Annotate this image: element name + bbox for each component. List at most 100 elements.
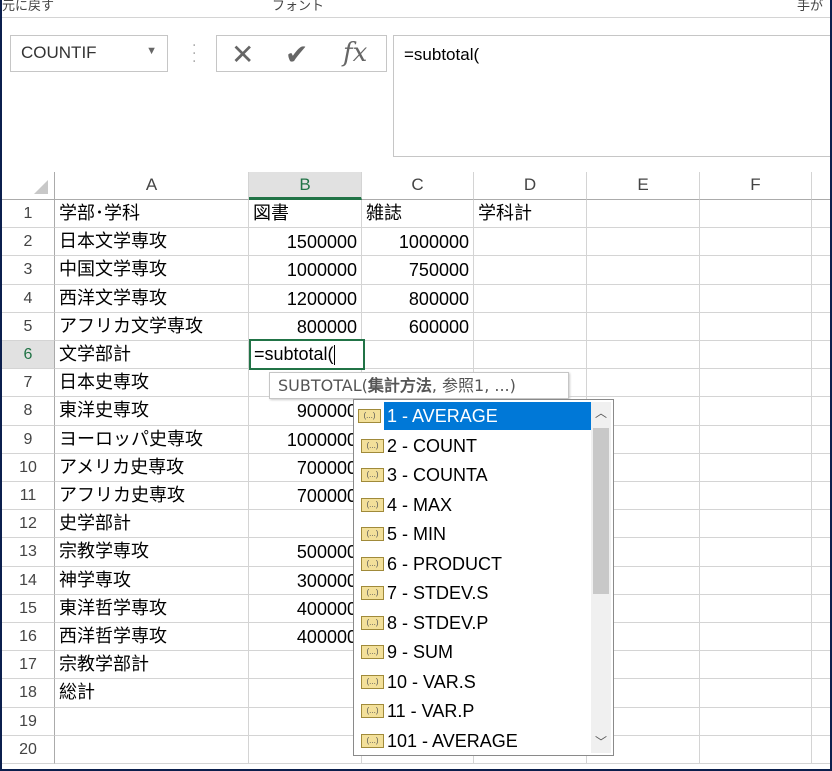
cell-b17[interactable]	[249, 651, 362, 680]
cell-e6[interactable]	[587, 341, 700, 370]
cell-a3[interactable]: 中国文学専攻	[55, 256, 249, 285]
cell-b2[interactable]: 1500000	[249, 228, 362, 257]
cell-f11[interactable]	[700, 482, 812, 511]
autocomplete-item[interactable]: (...) 9 - SUM	[357, 638, 583, 666]
autocomplete-item[interactable]: (...) 11 - VAR.P	[357, 697, 583, 725]
cell-a19[interactable]	[55, 707, 249, 736]
row-header[interactable]: 7	[2, 369, 55, 398]
cell-f3[interactable]	[700, 256, 812, 285]
cell-g6[interactable]	[812, 341, 830, 370]
cell-f18[interactable]	[700, 679, 812, 708]
column-header-c[interactable]: C	[362, 172, 474, 200]
cell-f15[interactable]	[700, 594, 812, 623]
cell-f6[interactable]	[700, 341, 812, 370]
ribbon-group-other[interactable]: 手が	[797, 0, 823, 14]
cell-c6[interactable]	[362, 341, 474, 370]
cell-g13[interactable]	[812, 538, 830, 567]
column-header-d[interactable]: D	[474, 172, 587, 200]
cell-b12[interactable]	[249, 510, 362, 539]
autocomplete-item[interactable]: (...) 5 - MIN	[357, 520, 583, 548]
cell-c3[interactable]: 750000	[362, 256, 474, 285]
cell-b8[interactable]: 900000	[249, 397, 362, 426]
cell-a1[interactable]: 学部･学科	[55, 200, 249, 229]
cell-f10[interactable]	[700, 453, 812, 482]
cell-g10[interactable]	[812, 454, 830, 482]
cell-b4[interactable]: 1200000	[249, 284, 362, 313]
cell-g12[interactable]	[812, 510, 830, 539]
cell-f7[interactable]	[700, 369, 812, 398]
column-header-e[interactable]: E	[587, 172, 700, 200]
active-cell-b6[interactable]: =subtotal(	[249, 339, 365, 370]
grip-icon[interactable]: · · ·	[192, 39, 196, 69]
cell-f1[interactable]	[700, 200, 812, 229]
row-header[interactable]: 5	[2, 312, 55, 341]
row-header[interactable]: 10	[2, 453, 55, 482]
insert-function-icon[interactable]: fx	[343, 38, 367, 68]
cell-g11[interactable]	[812, 482, 830, 511]
cell-b16[interactable]: 400000	[249, 623, 362, 652]
column-header-f[interactable]: F	[700, 172, 812, 200]
cell-a2[interactable]: 日本文学専攻	[55, 228, 249, 257]
row-header[interactable]: 17	[2, 651, 55, 680]
formula-input[interactable]: =subtotal(	[393, 35, 830, 157]
row-header[interactable]: 12	[2, 510, 55, 539]
cell-f8[interactable]	[700, 397, 812, 426]
cell-b9[interactable]: 1000000	[249, 425, 362, 454]
cell-g15[interactable]	[812, 595, 830, 623]
row-header[interactable]: 1	[2, 200, 55, 229]
cell-c4[interactable]: 800000	[362, 284, 474, 313]
cell-a7[interactable]: 日本史専攻	[55, 369, 249, 398]
cell-g5[interactable]	[812, 313, 830, 341]
cell-f20[interactable]	[700, 735, 812, 764]
cell-a9[interactable]: ヨーロッパ史専攻	[55, 425, 249, 454]
cell-f5[interactable]	[700, 312, 812, 341]
cell-a14[interactable]: 神学専攻	[55, 566, 249, 595]
cell-c1[interactable]: 雑誌	[362, 200, 474, 229]
cell-b15[interactable]: 400000	[249, 594, 362, 623]
scroll-down-icon[interactable]: ﹀	[591, 733, 611, 753]
cell-b14[interactable]: 300000	[249, 566, 362, 595]
cancel-icon[interactable]: ✕	[231, 38, 254, 71]
name-box[interactable]: COUNTIF ▼	[10, 35, 168, 72]
cell-e3[interactable]	[587, 256, 700, 285]
cell-f17[interactable]	[700, 651, 812, 680]
cell-d3[interactable]	[474, 256, 587, 285]
autocomplete-item[interactable]: (...) 8 - STDEV.P	[357, 609, 583, 637]
column-header-a[interactable]: A	[55, 172, 249, 200]
autocomplete-item[interactable]: (...) 6 - PRODUCT	[357, 550, 583, 578]
cell-e5[interactable]	[587, 312, 700, 341]
cell-c5[interactable]: 600000	[362, 312, 474, 341]
autocomplete-item[interactable]: (...) 1 - AVERAGE	[358, 402, 610, 430]
cell-a12[interactable]: 史学部計	[55, 510, 249, 539]
cell-f19[interactable]	[700, 707, 812, 736]
autocomplete-item[interactable]: (...) 4 - MAX	[357, 491, 583, 519]
cell-g20[interactable]	[812, 736, 830, 764]
column-header-g[interactable]	[812, 172, 830, 200]
cell-d5[interactable]	[474, 312, 587, 341]
cell-b3[interactable]: 1000000	[249, 256, 362, 285]
cell-g16[interactable]	[812, 623, 830, 652]
autocomplete-item[interactable]: (...) 7 - STDEV.S	[357, 579, 583, 607]
ribbon-group-undo[interactable]: 元に戻す	[2, 0, 54, 14]
autocomplete-item[interactable]: (...) 10 - VAR.S	[357, 668, 583, 696]
cell-a10[interactable]: アメリカ史専攻	[55, 453, 249, 482]
cell-d6[interactable]	[474, 341, 587, 370]
row-header[interactable]: 18	[2, 679, 55, 708]
scrollbar-thumb[interactable]	[593, 428, 609, 594]
cell-a8[interactable]: 東洋史専攻	[55, 397, 249, 426]
row-header[interactable]: 8	[2, 397, 55, 426]
cell-f9[interactable]	[700, 425, 812, 454]
cell-b20[interactable]	[249, 735, 362, 764]
cell-e4[interactable]	[587, 284, 700, 313]
cell-b18[interactable]	[249, 679, 362, 708]
cell-b19[interactable]	[249, 707, 362, 736]
row-header[interactable]: 2	[2, 228, 55, 257]
row-header[interactable]: 20	[2, 735, 55, 764]
cell-b5[interactable]: 800000	[249, 312, 362, 341]
row-header[interactable]: 4	[2, 284, 55, 313]
cell-a5[interactable]: アフリカ文学専攻	[55, 312, 249, 341]
row-header[interactable]: 14	[2, 566, 55, 595]
cell-a16[interactable]: 西洋哲学専攻	[55, 623, 249, 652]
cell-g1[interactable]	[812, 200, 830, 229]
column-header-b[interactable]: B	[249, 172, 362, 200]
